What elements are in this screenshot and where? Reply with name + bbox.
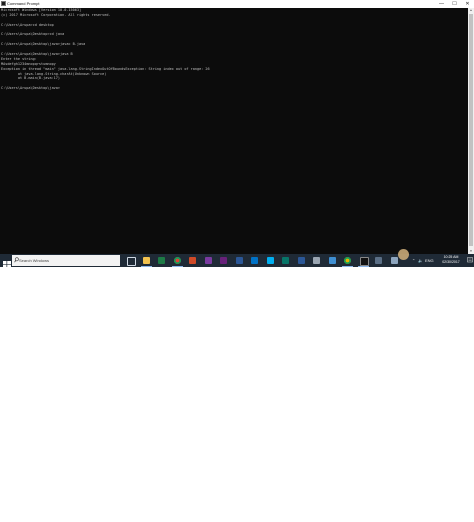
skype-icon	[266, 257, 274, 264]
taskbar-app-button[interactable]	[170, 254, 185, 267]
scroll-thumb[interactable]	[469, 14, 473, 246]
publisher-icon	[282, 257, 289, 264]
minimize-button[interactable]: —	[435, 0, 448, 8]
maximize-button[interactable]: ☐	[448, 0, 461, 8]
taskbar-app-button[interactable]	[247, 254, 262, 267]
scroll-up-button[interactable]: ▲	[468, 8, 474, 13]
windows-logo-icon	[3, 261, 11, 267]
vertical-scrollbar[interactable]: ▲ ▼	[468, 8, 474, 254]
taskbar-app-button[interactable]	[309, 254, 324, 267]
window-title: Command Prompt	[7, 1, 40, 6]
taskbar-app-button[interactable]	[294, 254, 309, 267]
paint-icon	[328, 257, 336, 264]
action-center-icon[interactable]	[467, 257, 473, 264]
taskbar-clock[interactable]: 10:25 AM 02/30/2017	[436, 255, 466, 265]
taskbar-app-button[interactable]	[232, 254, 247, 267]
task-view-icon	[127, 257, 136, 266]
powerpoint-icon	[189, 257, 196, 264]
clock-date: 02/30/2017	[442, 260, 460, 264]
visual-studio-icon	[220, 257, 227, 264]
taskbar-app-button[interactable]	[154, 254, 169, 267]
command-prompt-icon	[359, 257, 369, 266]
start-button[interactable]	[2, 256, 12, 267]
running-indicator	[357, 266, 369, 267]
volume-icon[interactable]: 🔈	[418, 254, 423, 267]
excel-icon	[158, 257, 165, 264]
word-icon	[235, 257, 243, 264]
store-icon	[375, 257, 382, 264]
show-hidden-icons-chevron-icon[interactable]: ⌃	[412, 254, 415, 267]
desktop-screen: Command Prompt — ☐ ✕ Microsoft Windows […	[0, 0, 474, 267]
taskbar-app-button[interactable]	[371, 254, 386, 267]
file-explorer-icon	[142, 257, 150, 264]
language-indicator[interactable]: ENG	[425, 254, 434, 267]
taskbar-app-button[interactable]	[278, 254, 293, 267]
command-prompt-icon	[1, 1, 6, 6]
console-output[interactable]: Microsoft Windows [Version 10.0.15063] (…	[0, 8, 468, 254]
chrome-window-icon	[344, 257, 351, 264]
search-box[interactable]: Search Windows	[12, 255, 120, 266]
taskbar-app-button[interactable]	[139, 254, 154, 267]
outlook-icon	[251, 257, 258, 264]
cursor-highlight	[398, 249, 409, 260]
settings-icon	[313, 257, 320, 264]
running-indicator	[171, 266, 183, 267]
close-button[interactable]: ✕	[461, 0, 474, 8]
taskbar-app-button[interactable]	[356, 254, 371, 267]
window-title-bar[interactable]: Command Prompt — ☐ ✕	[0, 0, 474, 8]
console-prompt-line[interactable]: C:\Users\Arupa\Desktop\java>	[1, 86, 468, 91]
taskbar-app-button[interactable]	[216, 254, 231, 267]
app-icon	[390, 257, 398, 264]
taskbar-app-button[interactable]	[263, 254, 278, 267]
taskbar-app-button[interactable]	[340, 254, 355, 267]
word-document-icon	[297, 257, 305, 264]
onenote-icon	[204, 257, 212, 264]
running-indicator	[342, 266, 353, 267]
search-placeholder: Search Windows	[19, 258, 50, 263]
taskbar-app-button[interactable]	[201, 254, 216, 267]
taskbar-app-button[interactable]	[325, 254, 340, 267]
chrome-icon	[173, 257, 181, 264]
taskbar-app-button[interactable]	[185, 254, 200, 267]
taskbar-app-button[interactable]	[123, 254, 138, 267]
running-indicator	[140, 266, 152, 267]
